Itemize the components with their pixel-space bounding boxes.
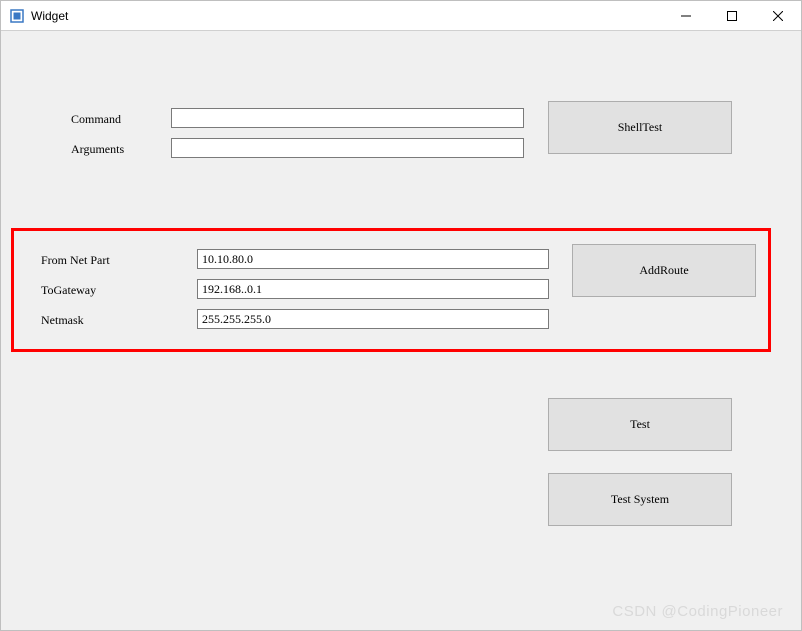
fromnet-input[interactable]	[197, 249, 549, 269]
testsystem-button-label: Test System	[611, 492, 669, 507]
netmask-input[interactable]	[197, 309, 549, 329]
command-input[interactable]	[171, 108, 524, 128]
arguments-label: Arguments	[71, 142, 124, 157]
window-frame: Widget Command Arguments ShellTest From …	[0, 0, 802, 631]
minimize-button[interactable]	[663, 1, 709, 30]
addroute-button-label: AddRoute	[639, 263, 688, 278]
test-button-label: Test	[630, 417, 650, 432]
testsystem-button[interactable]: Test System	[548, 473, 732, 526]
shelltest-button[interactable]: ShellTest	[548, 101, 732, 154]
command-label: Command	[71, 112, 121, 127]
maximize-button[interactable]	[709, 1, 755, 30]
app-icon	[9, 8, 25, 24]
shelltest-button-label: ShellTest	[618, 120, 663, 135]
titlebar[interactable]: Widget	[1, 1, 801, 31]
test-button[interactable]: Test	[548, 398, 732, 451]
fromnet-label: From Net Part	[41, 253, 110, 268]
netmask-label: Netmask	[41, 313, 84, 328]
watermark: CSDN @CodingPioneer	[612, 603, 783, 620]
client-area: Command Arguments ShellTest From Net Par…	[1, 31, 801, 630]
window-title: Widget	[31, 9, 68, 23]
togateway-label: ToGateway	[41, 283, 96, 298]
addroute-button[interactable]: AddRoute	[572, 244, 756, 297]
togateway-input[interactable]	[197, 279, 549, 299]
arguments-input[interactable]	[171, 138, 524, 158]
close-button[interactable]	[755, 1, 801, 30]
